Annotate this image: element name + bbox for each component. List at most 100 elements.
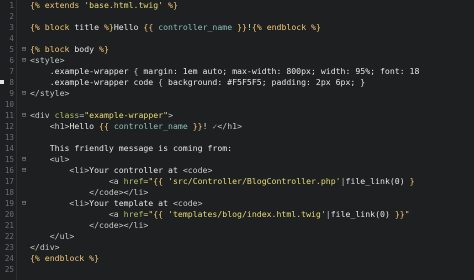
code-text: <style> <box>30 55 65 66</box>
line-number: 15 <box>4 155 14 164</box>
line-number: 23 <box>4 243 14 252</box>
code-token: 'src/Controller/BlogController.php' <box>168 176 341 186</box>
code-text: </div> <box>30 242 60 253</box>
code-text: {% block title %}Hello {{ controller_nam… <box>30 22 321 33</box>
code-line[interactable]: 24 {% endblock %} <box>0 253 474 264</box>
code-token: <code> <box>182 165 213 175</box>
code-token: {% <box>251 22 267 32</box>
change-marker <box>0 80 4 84</box>
code-token: Hello <box>113 22 144 32</box>
code-token: {% <box>30 44 45 54</box>
code-line[interactable]: 11 ⊟ <div class="example-wrapper"> <box>0 110 474 121</box>
line-number: 10 <box>4 100 14 109</box>
code-line[interactable]: 13 <box>0 132 474 143</box>
code-token: .example-wrapper code <box>30 77 159 87</box>
code-line[interactable]: 2 <box>0 11 474 22</box>
code-text: </code></li> <box>30 187 148 198</box>
line-number: 14 <box>4 144 14 153</box>
code-token: 'templates/blog/index.html.twig' <box>168 209 326 219</box>
code-line[interactable]: 1 {% extends 'base.html.twig' %} <box>0 0 474 11</box>
code-token: {{ <box>153 176 169 186</box>
fold-toggle-icon[interactable]: ⊟ <box>20 55 28 66</box>
line-number: 21 <box>4 221 14 230</box>
fold-toggle-icon[interactable]: ⊟ <box>20 198 28 209</box>
code-text: <a href="{{ 'templates/blog/index.html.t… <box>30 209 410 220</box>
code-token: extends <box>44 0 85 10</box>
fold-toggle-icon[interactable]: ⊟ <box>20 110 28 121</box>
code-text: </code></li> <box>30 220 148 231</box>
code-token: href <box>123 176 144 186</box>
code-line[interactable]: 18 </code></li> <box>0 187 474 198</box>
code-token: file_link(0) <box>330 209 390 219</box>
code-token: </code> <box>30 220 124 230</box>
code-line[interactable]: 21 </code></li> <box>0 220 474 231</box>
code-token: <li> <box>30 198 90 208</box>
code-text: <ul> <box>30 154 70 165</box>
code-token: {% <box>30 22 45 32</box>
code-token: </li> <box>123 220 149 230</box>
line-number: 3 <box>9 23 14 32</box>
code-token: { <box>133 66 144 76</box>
code-line[interactable]: 16 ⊟ <li>Your controller at <code> <box>0 165 474 176</box>
line-number: 17 <box>4 177 14 186</box>
code-token: <h1> <box>30 121 70 131</box>
code-line[interactable]: 12 <h1>Hello {{ controller_name }}! ✓</h… <box>0 121 474 132</box>
code-text: .example-wrapper { margin: 1em auto; max… <box>30 66 420 77</box>
line-number: 12 <box>4 122 14 131</box>
code-token: 'base.html.twig' <box>84 0 164 10</box>
code-token: Your template at <box>89 198 173 208</box>
code-token: endblock <box>44 253 85 263</box>
code-token: </ul> <box>30 231 75 241</box>
code-token: </code> <box>30 187 124 197</box>
code-token: class <box>54 110 80 120</box>
code-line[interactable]: 19 ⊟ <li>Your template at <code> <box>0 198 474 209</box>
code-line[interactable]: 25 <box>0 264 474 275</box>
line-number: 16 <box>4 166 14 175</box>
code-editor[interactable]: 1 {% extends 'base.html.twig' %} 2 3 {% bloc… <box>0 0 474 280</box>
code-token: <ul> <box>30 154 70 164</box>
code-token: </style> <box>30 88 70 98</box>
code-token: {{ <box>143 22 159 32</box>
code-line[interactable]: 7 .example-wrapper { margin: 1em auto; m… <box>0 66 474 77</box>
code-token: </li> <box>123 187 149 197</box>
code-line[interactable]: 3 {% block title %}Hello {{ controller_na… <box>0 22 474 33</box>
line-number: 1 <box>9 1 14 10</box>
code-text: </ul> <box>30 231 75 242</box>
fold-toggle-icon[interactable]: ⊟ <box>20 165 28 176</box>
code-text: {% endblock %} <box>30 253 99 264</box>
code-text: <li>Your controller at <code> <box>30 165 212 176</box>
code-token: {{ <box>153 209 169 219</box>
code-token: This friendly message is coming from: <box>30 143 233 153</box>
code-text: {% block body %} <box>30 44 109 55</box>
code-token: </h1> <box>217 121 243 131</box>
code-line[interactable]: 10 <box>0 99 474 110</box>
line-number: 5 <box>9 45 14 54</box>
code-line[interactable]: 4 <box>0 33 474 44</box>
line-number: 7 <box>9 67 14 76</box>
code-token: block <box>44 44 75 54</box>
code-line[interactable]: 22 </ul> <box>0 231 474 242</box>
code-token: {{ <box>99 121 114 131</box>
fold-toggle-icon[interactable]: ⊟ <box>20 88 28 99</box>
code-token: =" <box>143 176 154 186</box>
code-text: {% extends 'base.html.twig' %} <box>30 0 178 11</box>
code-line[interactable]: 20 <a href="{{ 'templates/blog/index.htm… <box>0 209 474 220</box>
code-token: title <box>74 22 100 32</box>
code-token: Hello <box>69 121 100 131</box>
code-text: <li>Your template at <code> <box>30 198 202 209</box>
fold-toggle-icon[interactable]: ⊟ <box>20 154 28 165</box>
code-token: {% <box>30 253 45 263</box>
code-line[interactable]: 6 ⊟ <style> <box>0 55 474 66</box>
code-line[interactable]: 23 </div> <box>0 242 474 253</box>
line-number: 4 <box>9 34 14 43</box>
code-token: href <box>123 209 144 219</box>
code-line[interactable]: 5 ⊟ {% block body %} <box>0 44 474 55</box>
code-line[interactable]: 17 <a href="{{ 'src/Controller/BlogContr… <box>0 176 474 187</box>
code-line[interactable]: 15 ⊟ <ul> <box>0 154 474 165</box>
code-line[interactable]: 9 ⊟ </style> <box>0 88 474 99</box>
fold-toggle-icon[interactable]: ⊟ <box>20 44 28 55</box>
code-token: .example-wrapper <box>30 66 134 76</box>
code-token: } <box>404 176 415 186</box>
code-line[interactable]: 14 This friendly message is coming from: <box>0 143 474 154</box>
code-line[interactable]: 8 .example-wrapper code { background: #F… <box>0 77 474 88</box>
